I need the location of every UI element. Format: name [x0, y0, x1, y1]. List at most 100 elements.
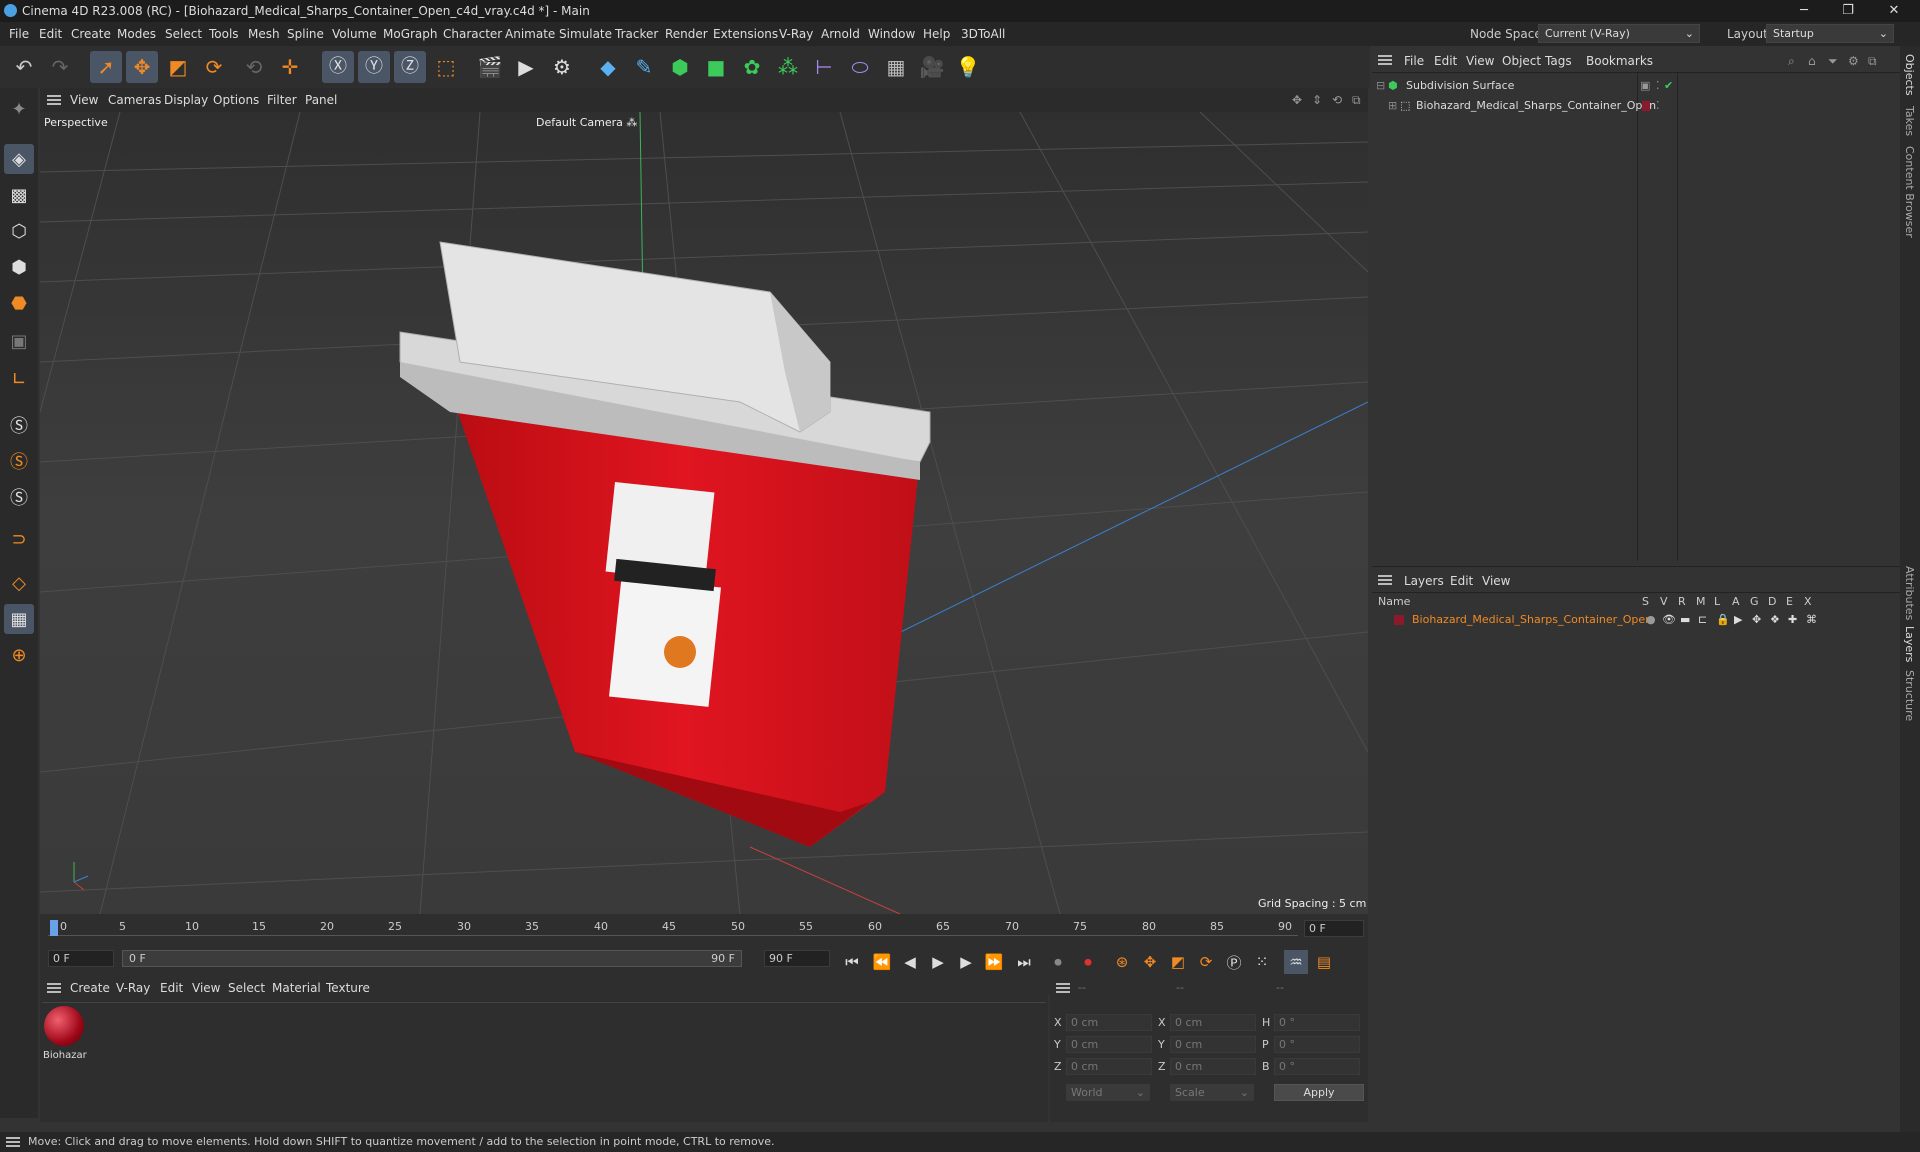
material-menu-texture[interactable]: Texture — [326, 981, 370, 995]
move-tool-button[interactable]: ✥ — [126, 51, 158, 83]
menu-file[interactable]: File — [9, 27, 29, 41]
material-menu-icon[interactable] — [47, 983, 61, 993]
menu-select[interactable]: Select — [165, 27, 202, 41]
workplane-button[interactable]: ◇ — [4, 568, 34, 598]
object-menu-icon[interactable] — [1378, 55, 1392, 65]
object-row-sharps-container[interactable]: ⊞ ⬚ Biohazard_Medical_Sharps_Container_O… — [1372, 96, 1900, 116]
menu-tools[interactable]: Tools — [209, 27, 239, 41]
select-tool-button[interactable]: ➚ — [90, 51, 122, 83]
node-space-dropdown[interactable]: Current (V-Ray) ⌄ — [1538, 24, 1700, 43]
next-key-button[interactable]: ⏩ — [982, 950, 1006, 974]
object-menu-view[interactable]: View — [1466, 54, 1494, 68]
make-editable-button[interactable]: ✦ — [4, 94, 34, 124]
key-position-button[interactable]: ✥ — [1138, 950, 1162, 974]
model-mode-button[interactable]: ◈ — [4, 144, 34, 174]
position-y-field[interactable]: 0 cm — [1066, 1036, 1152, 1053]
frame-range-slider[interactable]: 0 F 90 F — [122, 950, 742, 967]
light-button[interactable]: 💡 — [952, 51, 984, 83]
collapse-icon[interactable]: ⊟ — [1376, 79, 1385, 92]
edit-toggle-icon[interactable]: ▣ — [1640, 79, 1650, 92]
menu-mograph[interactable]: MoGraph — [383, 27, 438, 41]
coordinates-menu-icon[interactable] — [1056, 983, 1070, 993]
object-menu-file[interactable]: File — [1404, 54, 1424, 68]
object-menu-edit[interactable]: Edit — [1434, 54, 1457, 68]
enabled-check-icon[interactable]: ✔ — [1664, 79, 1673, 92]
viewport-menu-view[interactable]: View — [70, 93, 98, 107]
rotate-view-icon[interactable]: ⟲ — [1332, 93, 1342, 107]
deformer-icon[interactable]: ❖ — [1770, 613, 1780, 626]
side-tab-content-browser[interactable]: Content Browser — [1903, 146, 1916, 238]
rotation-h-field[interactable]: 0 ° — [1274, 1014, 1360, 1031]
expand-icon[interactable]: ⊞ — [1388, 99, 1397, 112]
subdivision-button[interactable]: ⬢ — [664, 51, 696, 83]
key-parameter-button[interactable]: Ⓟ — [1222, 950, 1246, 974]
field-button[interactable]: ⬭ — [844, 51, 876, 83]
goto-start-button[interactable]: ⏮ — [840, 950, 864, 974]
texture-mode-button[interactable]: ▩ — [4, 180, 34, 210]
layer-menu-edit[interactable]: Edit — [1450, 574, 1473, 588]
end-frame-field[interactable]: 90 F — [764, 950, 830, 967]
menu-extensions[interactable]: Extensions — [713, 27, 778, 41]
z-axis-lock-button[interactable]: Ⓩ — [394, 51, 426, 83]
solo-dot-icon[interactable]: ● — [1646, 613, 1656, 626]
start-frame-field[interactable]: 0 F — [48, 950, 114, 967]
menu-volume[interactable]: Volume — [332, 27, 377, 41]
menu-spline[interactable]: Spline — [287, 27, 324, 41]
snap-button[interactable]: Ⓢ — [4, 410, 34, 440]
rotate-tool-button[interactable]: ⟳ — [198, 51, 230, 83]
object-menu-tags[interactable]: Tags — [1545, 54, 1572, 68]
viewport-menu-options[interactable]: Options — [213, 93, 259, 107]
render-view-button[interactable]: 🎬 — [474, 51, 506, 83]
coordinate-mode-dropdown[interactable]: World ⌄ — [1066, 1084, 1150, 1101]
menu-character[interactable]: Character — [443, 27, 502, 41]
minimize-button[interactable]: ─ — [1784, 0, 1824, 22]
layer-color-swatch[interactable] — [1394, 615, 1404, 625]
material-swatch[interactable]: Biohazar — [42, 1006, 87, 1068]
menu-arnold[interactable]: Arnold — [821, 27, 860, 41]
restore-button[interactable]: ❐ — [1828, 0, 1868, 22]
material-menu-select[interactable]: Select — [228, 981, 265, 995]
search-icon[interactable]: ⌕ — [1788, 54, 1795, 69]
magnet-button[interactable]: ⊃ — [4, 524, 34, 554]
object-row-subdivision-surface[interactable]: ⊟ ⬢ Subdivision Surface ▣ ⁚ ✔ — [1372, 76, 1900, 96]
key-pla-button[interactable]: ⁙ — [1250, 950, 1274, 974]
viewport-menu-filter[interactable]: Filter — [267, 93, 297, 107]
motion-mode-button[interactable]: ♒ — [1284, 950, 1308, 974]
menu-window[interactable]: Window — [868, 27, 915, 41]
manager-icon[interactable]: ⊏ — [1698, 613, 1707, 626]
lock-icon[interactable]: 🔒 — [1716, 613, 1730, 626]
camera-button[interactable]: 🎥 — [916, 51, 948, 83]
menu-help[interactable]: Help — [923, 27, 950, 41]
uv-mode-button[interactable]: ▣ — [4, 326, 34, 356]
record-button[interactable]: ⏺ — [1046, 950, 1070, 974]
size-mode-dropdown[interactable]: Scale ⌄ — [1170, 1084, 1254, 1101]
status-menu-icon[interactable] — [6, 1137, 20, 1147]
render-icon[interactable]: ▬ — [1680, 613, 1690, 626]
menu-vray[interactable]: V-Ray — [779, 27, 813, 41]
playhead[interactable] — [50, 920, 58, 936]
position-x-field[interactable]: 0 cm — [1066, 1014, 1152, 1031]
side-tab-takes[interactable]: Takes — [1903, 106, 1916, 136]
menu-simulate[interactable]: Simulate — [559, 27, 612, 41]
key-rotation-button[interactable]: ⟳ — [1194, 950, 1218, 974]
object-menu-object[interactable]: Object — [1502, 54, 1541, 68]
locked-workplane-button[interactable]: ⊕ — [4, 640, 34, 670]
size-x-field[interactable]: 0 cm — [1170, 1014, 1256, 1031]
visibility-dots-icon[interactable]: ⁚ — [1656, 79, 1660, 92]
y-axis-lock-button[interactable]: Ⓨ — [358, 51, 390, 83]
coordinate-system-button[interactable]: ⬚ — [430, 51, 462, 83]
animation-icon[interactable]: ▶ — [1734, 613, 1742, 626]
menu-create[interactable]: Create — [71, 27, 111, 41]
polygons-mode-button[interactable]: ⬣ — [4, 288, 34, 318]
layer-menu-icon[interactable] — [1378, 575, 1392, 585]
side-tab-objects[interactable]: Objects — [1903, 54, 1916, 96]
snap-settings-button[interactable]: Ⓢ — [4, 446, 34, 476]
mograph-button[interactable]: ⁂ — [772, 51, 804, 83]
prev-key-button[interactable]: ⏪ — [870, 950, 894, 974]
x-axis-lock-button[interactable]: Ⓧ — [322, 51, 354, 83]
live-selection-button[interactable]: ✛ — [274, 51, 306, 83]
size-y-field[interactable]: 0 cm — [1170, 1036, 1256, 1053]
quantize-button[interactable]: Ⓢ — [4, 482, 34, 512]
apply-button[interactable]: Apply — [1274, 1084, 1364, 1101]
generator-icon[interactable]: ✥ — [1752, 613, 1761, 626]
